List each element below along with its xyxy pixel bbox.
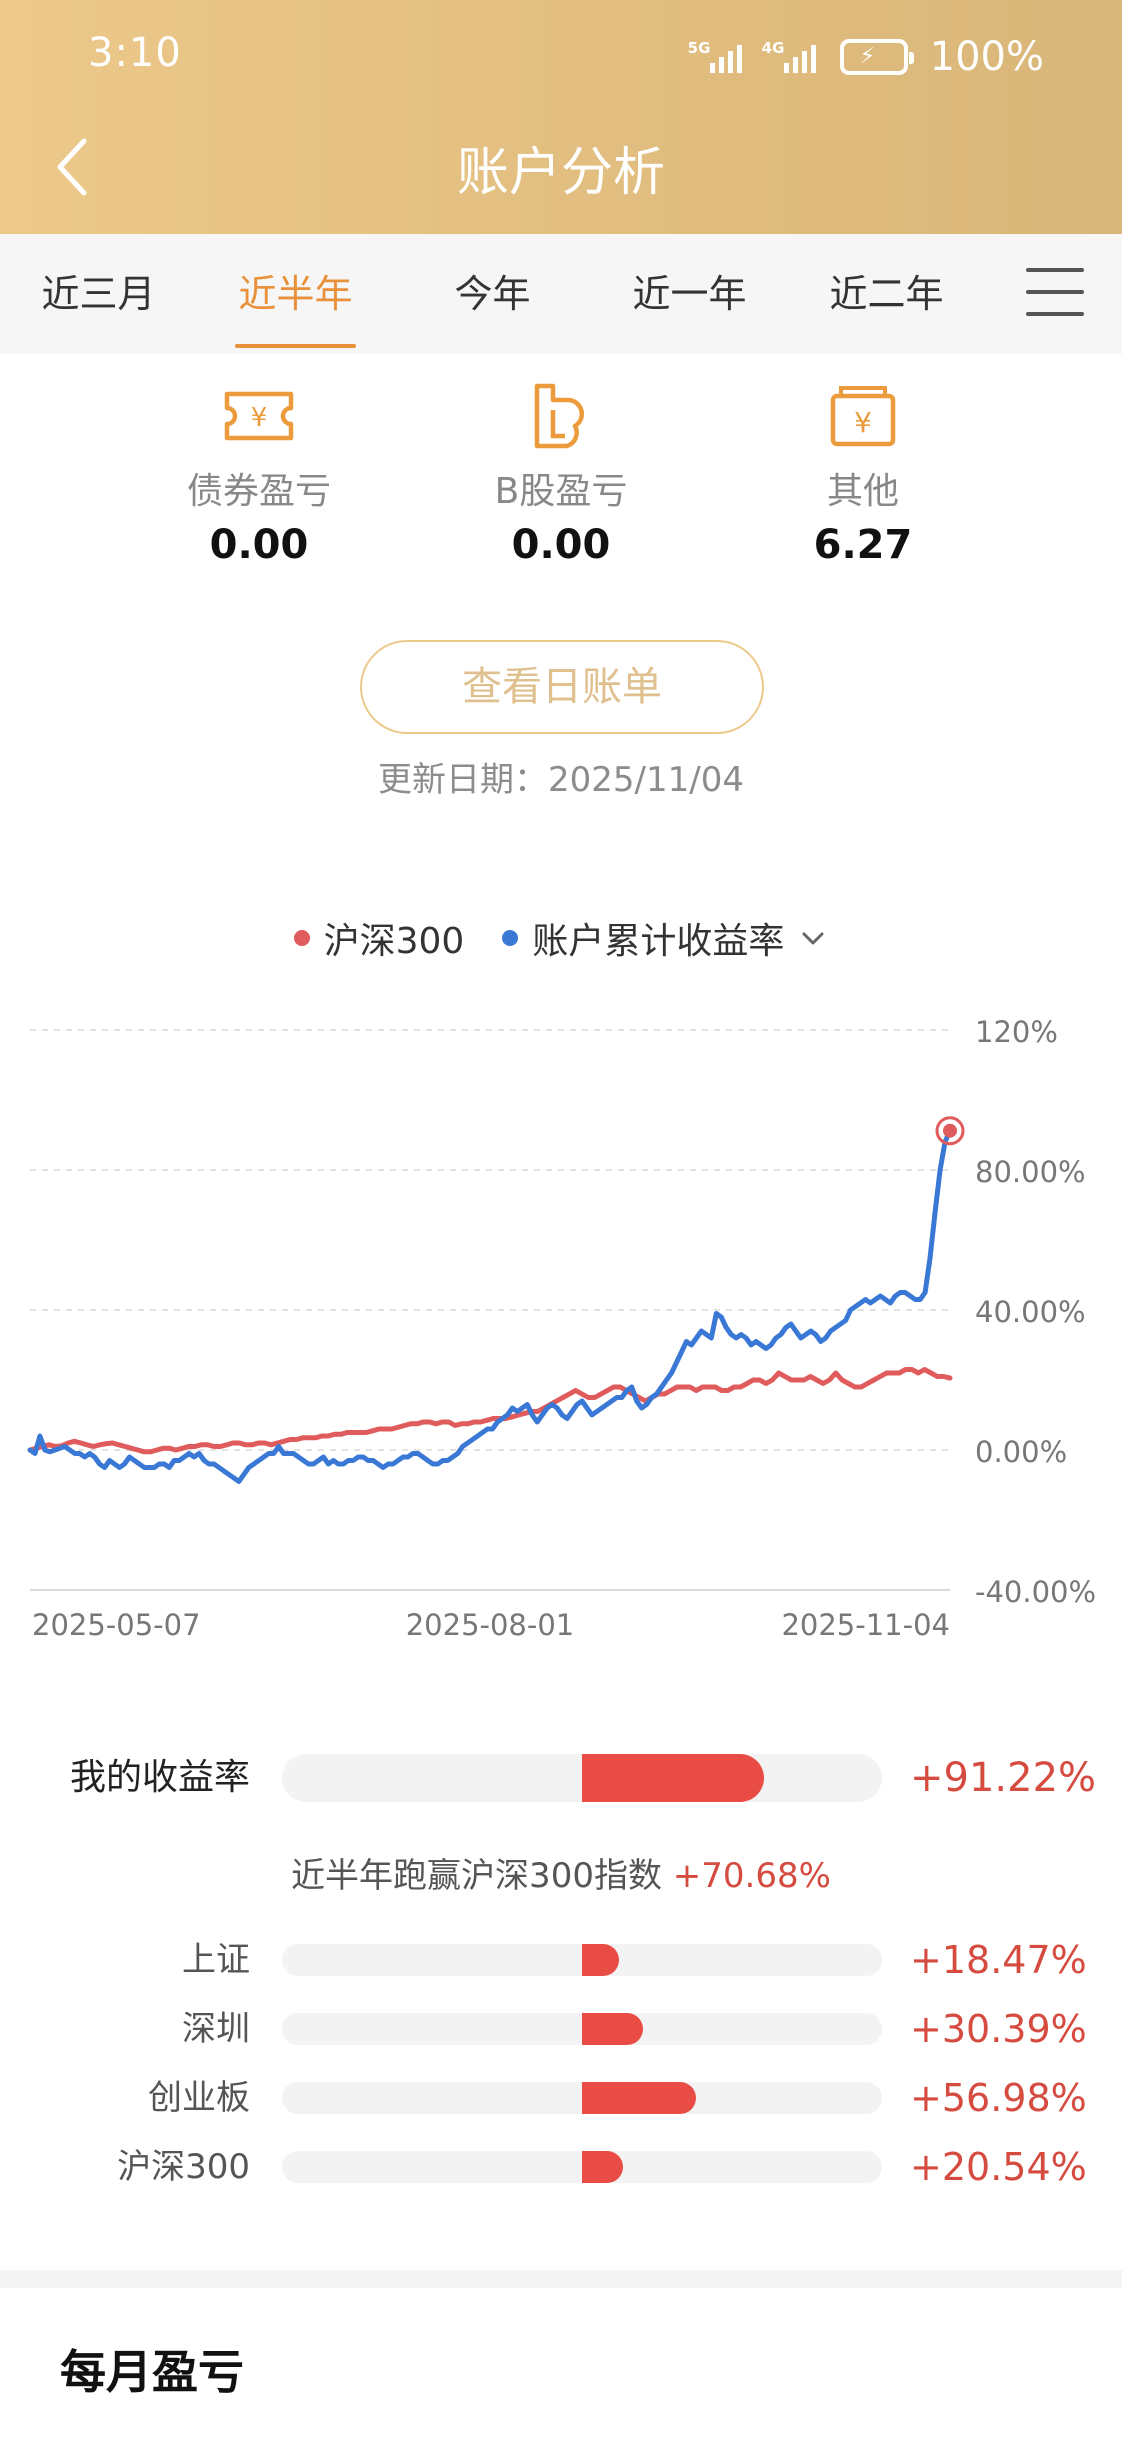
bond-profit-value: 0.00: [209, 522, 309, 568]
my-return-bar: [582, 1754, 764, 1802]
index-track: [282, 2013, 882, 2045]
index-value: +18.47%: [910, 1938, 1087, 1982]
chart-legend: 沪深300 账户累计收益率: [0, 912, 1122, 964]
tab-3-months[interactable]: 近三月: [0, 234, 197, 354]
status-time: 3:10: [88, 30, 182, 76]
y-tick-label: 40.00%: [975, 1295, 1086, 1329]
signal-4g-icon: 4G: [762, 37, 822, 77]
other-profit-label: 其他: [826, 471, 899, 512]
series-line-account: [27, 1128, 953, 1484]
wallet-yen-icon: ¥: [830, 386, 896, 447]
section-divider: [0, 2270, 1122, 2288]
index-row-shenzhen: 深圳 +30.39%: [0, 1999, 1122, 2059]
my-return-track: [282, 1754, 882, 1802]
ticket-yen-icon: ¥: [224, 391, 294, 441]
tab-2-years[interactable]: 近二年: [788, 234, 985, 354]
bond-profit: ¥ 债券盈亏 0.00: [144, 380, 374, 568]
outperform-text: 近半年跑赢沪深300指数 +70.68%: [0, 1848, 1122, 1897]
menu-icon[interactable]: [1026, 268, 1084, 320]
monthly-profit-title: 每月盈亏: [60, 2345, 244, 2399]
my-return-value: +91.22%: [910, 1755, 1097, 1801]
bond-profit-label: 债券盈亏: [186, 471, 331, 512]
other-profit-value: 6.27: [813, 522, 913, 568]
svg-text:¥: ¥: [854, 406, 872, 439]
index-label: 深圳: [182, 2009, 250, 2049]
legend-item-account[interactable]: 账户累计收益率: [502, 912, 828, 964]
tab-1-year[interactable]: 近一年: [591, 234, 788, 354]
tab-this-year[interactable]: 今年: [394, 234, 591, 354]
index-bar: [582, 2013, 643, 2045]
index-value: +30.39%: [910, 2007, 1087, 2051]
update-date: 更新日期：2025/11/04: [378, 760, 744, 800]
index-row-hs300: 沪深300 +20.54%: [0, 2137, 1122, 2197]
status-icons: 5G 4G ⚡ 100%: [688, 34, 1044, 80]
chevron-down-icon[interactable]: [798, 923, 828, 953]
legend-label-hs300: 沪深300: [323, 921, 465, 962]
battery-level: 100%: [929, 34, 1044, 80]
legend-label-account: 账户累计收益率: [532, 921, 785, 962]
y-tick-label: -40.00%: [975, 1575, 1096, 1609]
signal-5g-icon: 5G: [688, 37, 748, 77]
legend-dot-hs300: [293, 930, 310, 946]
legend-item-hs300[interactable]: 沪深300: [293, 912, 465, 964]
index-bar: [582, 2082, 696, 2114]
end-point-marker: [943, 1123, 957, 1138]
outperform-label: 近半年跑赢沪深300指数: [291, 1856, 662, 1896]
index-row-chinext: 创业板 +56.98%: [0, 2068, 1122, 2128]
my-return-label: 我的收益率: [69, 1757, 250, 1798]
b-share-icon: [534, 383, 585, 449]
index-value: +56.98%: [910, 2076, 1087, 2120]
index-track: [282, 2082, 882, 2114]
view-daily-bill-button[interactable]: 查看日账单: [360, 640, 764, 734]
series-line-hs300: [27, 1367, 953, 1455]
index-row-shanghai: 上证 +18.47%: [0, 1930, 1122, 1990]
index-track: [282, 2151, 882, 2183]
index-label: 上证: [182, 1940, 250, 1980]
legend-dot-account: [502, 930, 519, 946]
other-profit: ¥ 其他 6.27: [748, 380, 978, 568]
my-return-row: 我的收益率 +91.22%: [0, 1748, 1122, 1808]
b-share-profit-label: B股盈亏: [494, 471, 628, 512]
index-value: +20.54%: [910, 2145, 1087, 2189]
period-tabs: 近三月 近半年 今年 近一年 近二年: [0, 234, 1122, 354]
y-tick-label: 120%: [975, 1015, 1058, 1049]
index-bar: [582, 1944, 619, 1976]
y-tick-label: 0.00%: [975, 1435, 1067, 1469]
tab-half-year[interactable]: 近半年: [197, 234, 394, 354]
battery-icon: ⚡: [839, 39, 914, 75]
index-label: 沪深300: [117, 2147, 250, 2187]
x-tick-label: 2025-11-04: [781, 1608, 950, 1642]
b-share-profit: B股盈亏 0.00: [446, 380, 676, 568]
index-label: 创业板: [148, 2078, 250, 2118]
return-line-chart[interactable]: 120% 80.00% 40.00% 0.00% -40.00% 2025-05-07 20…: [0, 980, 1122, 1660]
y-tick-label: 80.00%: [975, 1155, 1086, 1189]
page-title: 账户分析: [456, 143, 665, 203]
b-share-profit-value: 0.00: [511, 522, 611, 568]
profit-summary: ¥ 债券盈亏 0.00 B股盈亏 0.00 ¥ 其他 6.27: [0, 380, 1122, 568]
index-bar: [582, 2151, 623, 2183]
svg-text:¥: ¥: [251, 403, 268, 433]
index-track: [282, 1944, 882, 1976]
x-tick-label: 2025-05-07: [32, 1608, 201, 1642]
header-bar: 3:10 5G 4G ⚡ 100% 账户分析: [0, 0, 1122, 234]
outperform-value: +70.68%: [672, 1856, 831, 1896]
x-tick-label: 2025-08-01: [406, 1608, 575, 1642]
